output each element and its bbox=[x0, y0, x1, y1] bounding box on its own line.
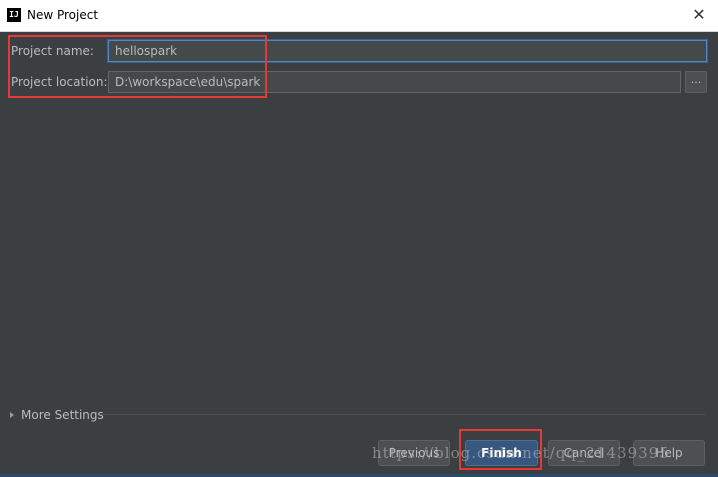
window-title: New Project bbox=[27, 8, 99, 22]
previous-button[interactable]: Previous bbox=[378, 440, 450, 466]
intellij-icon: IJ bbox=[7, 8, 21, 22]
cancel-button[interactable]: Cancel bbox=[548, 440, 620, 466]
project-location-label: Project location: bbox=[11, 75, 108, 89]
project-name-label: Project name: bbox=[11, 44, 94, 58]
project-location-input[interactable] bbox=[108, 71, 681, 93]
help-button[interactable]: Help bbox=[633, 440, 705, 466]
chevron-right-icon bbox=[10, 411, 14, 418]
divider bbox=[101, 414, 705, 415]
title-bar: IJ New Project ✕ bbox=[0, 0, 718, 32]
more-settings-toggle[interactable]: More Settings bbox=[10, 408, 104, 422]
more-settings-label: More Settings bbox=[21, 408, 104, 422]
close-button[interactable]: ✕ bbox=[688, 4, 710, 26]
finish-button[interactable]: Finish bbox=[465, 440, 538, 466]
project-name-input[interactable] bbox=[108, 40, 707, 62]
browse-button[interactable]: ... bbox=[685, 71, 707, 93]
